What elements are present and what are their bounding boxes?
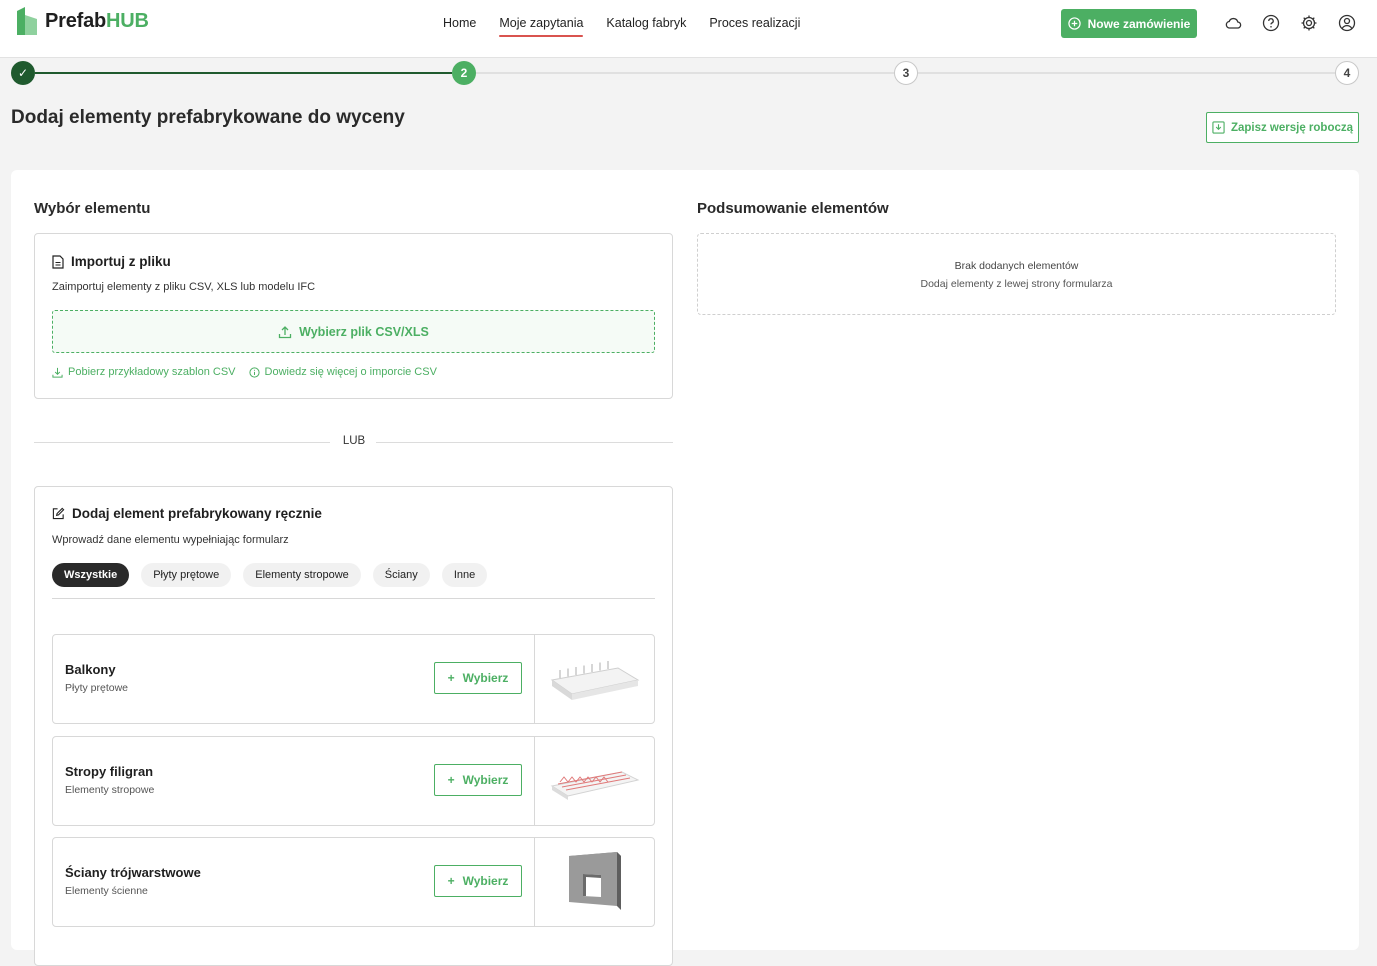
filter-elementy-stropowe[interactable]: Elementy stropowe xyxy=(243,563,361,587)
select-element-button[interactable]: + Wybierz xyxy=(434,865,522,897)
main-nav: Home Moje zapytania Katalog fabryk Proce… xyxy=(443,0,800,46)
plus-icon: + xyxy=(447,874,455,888)
element-name: Ściany trójwarstwowe xyxy=(65,865,201,880)
upload-file-button[interactable]: Wybierz plik CSV/XLS xyxy=(52,310,655,353)
step-2[interactable]: 2 xyxy=(452,61,476,85)
or-divider: LUB xyxy=(34,435,673,451)
element-category: Płyty prętowe xyxy=(65,682,129,694)
element-category: Elementy stropowe xyxy=(65,784,155,796)
select-element-button[interactable]: + Wybierz xyxy=(434,764,522,796)
filter-inne[interactable]: Inne xyxy=(441,563,488,587)
summary-empty-state: Brak dodanych elementów Dodaj elementy z… xyxy=(697,233,1336,315)
filter-wszystkie[interactable]: Wszystkie xyxy=(52,563,130,587)
main-card: Wybór elementu Podsumowanie elementów Im… xyxy=(11,170,1359,966)
nav-proces-realizacji[interactable]: Proces realizacji xyxy=(709,0,800,46)
element-name: Stropy filigran xyxy=(65,764,154,779)
empty-title: Brak dodanych elementów xyxy=(954,260,1079,272)
logo[interactable]: PrefabHUB xyxy=(17,7,149,35)
new-order-button[interactable]: Nowe zamówienie xyxy=(1061,9,1197,38)
filter-plyty-pretowe[interactable]: Płyty prętowe xyxy=(141,563,232,587)
save-icon xyxy=(1212,121,1225,134)
learn-more-link[interactable]: Dowiedz się więcej o imporcie CSV xyxy=(248,366,437,378)
import-links: Pobierz przykładowy szablon CSV Dowiedz … xyxy=(52,366,437,378)
element-card: Ściany trójwarstwowe Elementy ścienne + … xyxy=(52,837,655,927)
manual-title: Dodaj element prefabrykowany ręcznie xyxy=(52,506,322,521)
edit-icon xyxy=(52,507,65,520)
file-icon xyxy=(52,254,64,269)
plus-circle-icon xyxy=(1067,17,1081,30)
or-label: LUB xyxy=(342,435,366,447)
upload-icon xyxy=(279,325,292,338)
element-card: Stropy filigran Elementy stropowe + Wybi… xyxy=(52,736,655,826)
download-icon xyxy=(52,367,63,378)
import-title: Importuj z pliku xyxy=(52,254,171,269)
manual-box: Dodaj element prefabrykowany ręcznie Wpr… xyxy=(34,486,673,966)
manual-subtitle: Wprowadź dane elementu wypełniając formu… xyxy=(52,534,289,546)
step-line-pending xyxy=(476,72,894,74)
gear-icon[interactable] xyxy=(1300,14,1318,32)
cloud-icon[interactable] xyxy=(1224,14,1242,32)
step-3[interactable]: 3 xyxy=(894,61,918,85)
select-element-button[interactable]: + Wybierz xyxy=(434,662,522,694)
import-subtitle: Zaimportuj elementy z pliku CSV, XLS lub… xyxy=(52,281,316,293)
element-name: Balkony xyxy=(65,662,116,677)
nav-moje-zapytania[interactable]: Moje zapytania xyxy=(499,0,584,46)
step-line-done xyxy=(35,72,452,74)
filter-sciany[interactable]: Ściany xyxy=(372,563,430,587)
balcony-slab-image xyxy=(534,635,654,723)
download-template-link[interactable]: Pobierz przykładowy szablon CSV xyxy=(52,366,236,378)
element-category: Elementy ścienne xyxy=(65,885,148,897)
element-card: Balkony Płyty prętowe + Wybierz xyxy=(52,634,655,724)
summary-title: Podsumowanie elementów xyxy=(697,200,889,217)
step-1[interactable]: ✓ xyxy=(11,61,35,85)
sandwich-wall-image xyxy=(534,838,654,926)
logo-icon xyxy=(17,7,37,35)
empty-hint: Dodaj elementy z lewej strony formularza xyxy=(920,278,1113,290)
progress-stepper: ✓ 2 3 4 xyxy=(0,58,1377,88)
top-header: PrefabHUB Home Moje zapytania Katalog fa… xyxy=(0,0,1377,58)
plus-icon: + xyxy=(447,773,455,787)
logo-text: PrefabHUB xyxy=(45,9,149,32)
nav-home[interactable]: Home xyxy=(443,0,476,46)
nav-katalog-fabryk[interactable]: Katalog fabryk xyxy=(606,0,686,46)
user-icon[interactable] xyxy=(1338,14,1356,32)
step-4[interactable]: 4 xyxy=(1335,61,1359,85)
page-title: Dodaj elementy prefabrykowane do wyceny xyxy=(11,107,405,128)
filigran-slab-image xyxy=(534,737,654,825)
save-draft-button[interactable]: Zapisz wersję roboczą xyxy=(1206,112,1359,143)
import-box: Importuj z pliku Zaimportuj elementy z p… xyxy=(34,233,673,399)
info-icon xyxy=(248,366,260,378)
selection-title: Wybór elementu xyxy=(34,200,151,217)
help-icon[interactable] xyxy=(1262,14,1280,32)
plus-icon: + xyxy=(447,671,455,685)
category-filters: Wszystkie Płyty prętowe Elementy stropow… xyxy=(52,563,488,587)
step-line-pending xyxy=(918,72,1335,74)
